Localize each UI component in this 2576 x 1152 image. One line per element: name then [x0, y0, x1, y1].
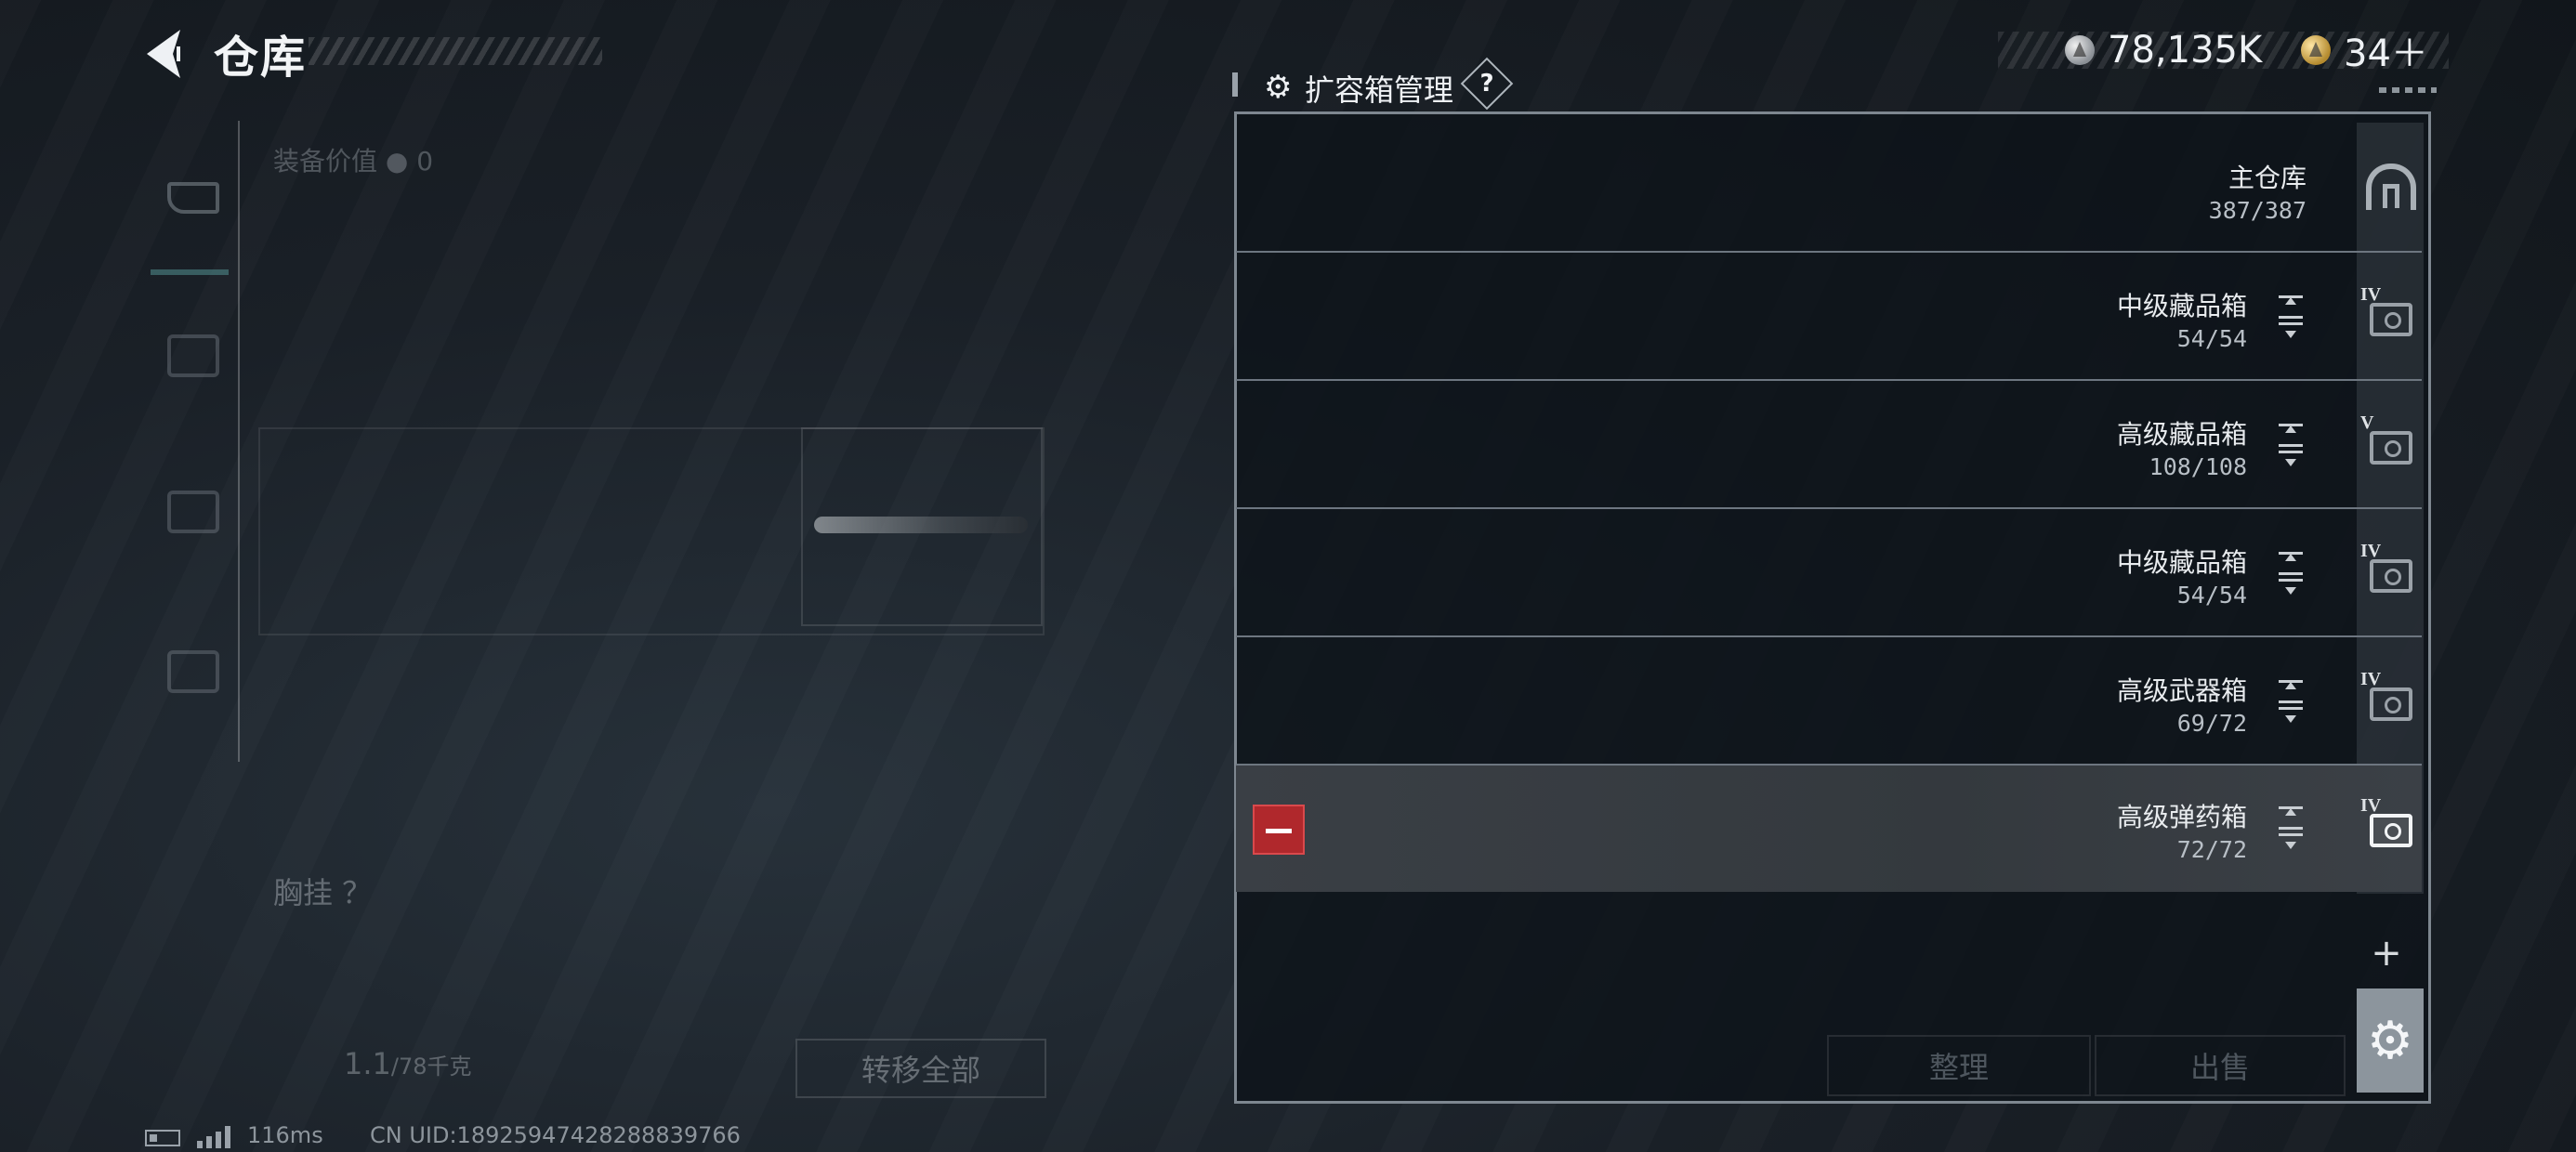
container-name: 中级藏品箱	[2116, 547, 2247, 578]
transfer-all-button[interactable]: 转移全部	[795, 1039, 1046, 1098]
weapon-case-icon: IV	[2360, 669, 2416, 730]
container-name: 中级藏品箱	[2116, 291, 2247, 321]
container-row[interactable]: 中级藏品箱 54/54 IV	[1236, 511, 2422, 637]
container-capacity: 69/72	[2176, 710, 2247, 737]
gold-coin-icon	[2301, 35, 2331, 65]
silver-amount: 78,135K	[2108, 29, 2263, 72]
ping-readout: 116ms	[247, 1122, 323, 1148]
user-uid: CN UID:18925947428288839766	[370, 1122, 741, 1148]
equipment-value: 装备价值 ● 0	[273, 141, 433, 178]
help-icon: ?	[1479, 70, 1494, 98]
container-row-main-storage[interactable]: 主仓库 387/387	[1236, 126, 2422, 253]
knife-icon	[814, 517, 1028, 533]
container-capacity: 72/72	[2176, 836, 2247, 863]
collectible-case-icon: IV	[2360, 284, 2416, 346]
gold-currency[interactable]: 34＋	[2301, 24, 2428, 76]
container-capacity: 54/54	[2176, 582, 2247, 609]
warehouse-icon	[2360, 158, 2416, 217]
equipment-value-label: 装备价值	[273, 146, 378, 177]
drag-handle-icon[interactable]	[2275, 806, 2307, 851]
gold-amount: 34＋	[2344, 33, 2428, 75]
title-decoration	[309, 37, 602, 65]
settings-gear-button[interactable]: ⚙	[2357, 988, 2424, 1093]
coin-icon: ●	[385, 146, 409, 177]
carry-weight-value: 1.1	[344, 1046, 391, 1081]
ammo-case-icon: IV	[2360, 795, 2416, 857]
container-row[interactable]: 中级藏品箱 54/54 IV	[1236, 255, 2422, 381]
collectible-case-icon: IV	[2360, 541, 2416, 602]
gear-icon: ⚙	[2366, 1010, 2414, 1071]
container-name: 高级武器箱	[2116, 675, 2247, 706]
carry-weight-max: /78千克	[390, 1054, 472, 1080]
container-name: 高级藏品箱	[2116, 419, 2247, 450]
remove-container-button[interactable]	[1253, 805, 1305, 855]
page-title: 仓库	[214, 32, 308, 84]
carry-weight: 1.1/78千克	[344, 1046, 472, 1081]
section-marker	[1232, 72, 1238, 97]
container-capacity: 54/54	[2176, 325, 2247, 352]
container-name: 主仓库	[2228, 163, 2307, 193]
panel-decoration	[2379, 87, 2437, 93]
silver-currency: 78,135K	[2065, 24, 2262, 76]
container-row[interactable]: 高级武器箱 69/72 IV	[1236, 639, 2422, 766]
chest-rig-label: 胸挂 ？	[273, 875, 373, 910]
manager-title: 扩容箱管理	[1305, 72, 1454, 108]
container-capacity: 387/387	[2208, 197, 2307, 224]
drag-handle-icon[interactable]	[2275, 680, 2307, 725]
drag-handle-icon[interactable]	[2275, 552, 2307, 596]
container-capacity: 108/108	[2149, 453, 2247, 480]
container-name: 高级弹药箱	[2116, 802, 2247, 832]
sell-button[interactable]: 出售	[2095, 1035, 2346, 1096]
back-arrow-icon[interactable]	[139, 26, 195, 82]
container-row[interactable]: 高级藏品箱 108/108 V	[1236, 383, 2422, 509]
silver-coin-icon	[2065, 35, 2095, 65]
collectible-case-icon: V	[2360, 412, 2416, 474]
container-row-selected[interactable]: 高级弹药箱 72/72 IV	[1236, 766, 2422, 892]
help-button[interactable]: ?	[1460, 57, 1514, 111]
sort-button[interactable]: 整理	[1827, 1035, 2091, 1096]
signal-icon	[197, 1126, 234, 1148]
drag-handle-icon[interactable]	[2275, 424, 2307, 468]
drag-handle-icon[interactable]	[2275, 295, 2307, 340]
gear-icon: ⚙	[1264, 69, 1293, 106]
add-container-button[interactable]: +	[2368, 935, 2405, 972]
equipment-value-amount: 0	[416, 146, 434, 177]
battery-icon	[145, 1130, 180, 1146]
